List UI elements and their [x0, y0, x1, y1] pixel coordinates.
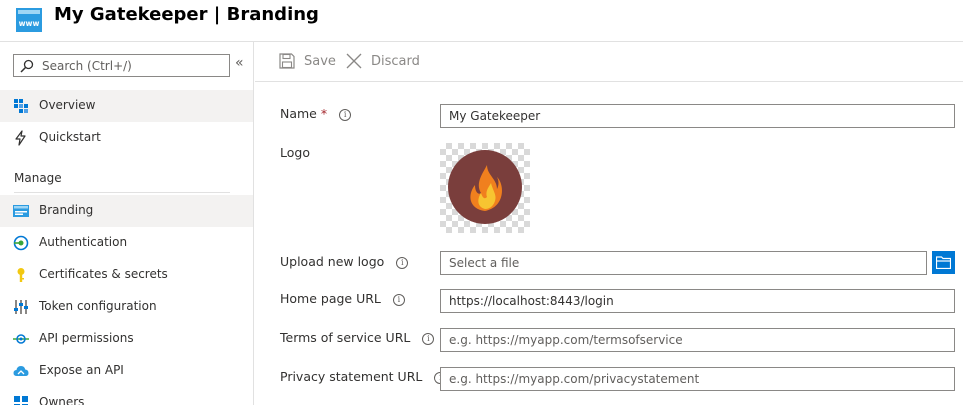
sidebar-item-token-configuration[interactable]: Token configuration [0, 291, 253, 323]
info-icon[interactable]: i [396, 257, 409, 269]
upload-file-input[interactable] [441, 252, 926, 274]
sidebar-item-label: Quickstart [39, 130, 101, 144]
logo-preview [440, 143, 530, 233]
sidebar-section-manage: Manage [14, 171, 62, 185]
privacy-url-label-text: Privacy statement URL [280, 369, 423, 384]
required-marker: * [320, 106, 328, 121]
homepage-url-field[interactable] [440, 289, 955, 313]
homepage-url-label-text: Home page URL [280, 291, 381, 306]
info-icon[interactable]: i [392, 294, 405, 306]
sidebar-item-label: Owners [39, 395, 85, 405]
close-icon [346, 53, 362, 69]
name-label: Name * i [280, 106, 352, 121]
overview-grid-icon [14, 99, 28, 113]
search-icon [20, 59, 34, 73]
terms-url-label-text: Terms of service URL [280, 330, 411, 345]
sidebar-item-label: Token configuration [39, 299, 157, 313]
browse-file-button[interactable] [932, 251, 955, 274]
sidebar: « Overview Quickstart Manage Branding [0, 42, 254, 405]
sidebar-item-label: Authentication [39, 235, 128, 249]
www-icon: www [16, 8, 42, 32]
save-icon [279, 53, 295, 69]
cloud-icon [13, 366, 29, 376]
save-button[interactable]: Save [279, 52, 339, 72]
privacy-url-field[interactable] [440, 367, 955, 391]
sidebar-item-label: Overview [39, 98, 96, 112]
sidebar-item-overview[interactable]: Overview [0, 90, 253, 122]
sidebar-item-expose-api[interactable]: Expose an API [0, 355, 253, 387]
privacy-url-label: Privacy statement URL i [280, 369, 447, 384]
search-box[interactable] [13, 54, 230, 77]
name-label-text: Name [280, 106, 317, 121]
authentication-icon [13, 235, 29, 251]
page-header: www My Gatekeeper | Branding [0, 0, 963, 42]
sidebar-item-label: API permissions [39, 331, 134, 345]
homepage-url-input[interactable] [441, 290, 954, 312]
discard-label: Discard [371, 54, 420, 69]
sidebar-item-api-permissions[interactable]: API permissions [0, 323, 253, 355]
sidebar-item-label: Expose an API [39, 363, 124, 377]
upload-logo-label-text: Upload new logo [280, 254, 385, 269]
token-bars-icon [14, 300, 28, 314]
upload-logo-label: Upload new logo i [280, 254, 409, 269]
sidebar-item-certificates-secrets[interactable]: Certificates & secrets [0, 259, 253, 291]
lightning-icon [15, 130, 26, 146]
discard-button[interactable]: Discard [346, 52, 426, 72]
sidebar-item-authentication[interactable]: Authentication [0, 227, 253, 259]
info-icon[interactable]: i [422, 333, 435, 345]
info-icon[interactable]: i [339, 109, 352, 121]
sidebar-item-branding[interactable]: Branding [0, 195, 253, 227]
folder-icon [936, 256, 951, 269]
name-field[interactable] [440, 104, 955, 128]
svg-text:www: www [19, 19, 40, 28]
section-divider [14, 192, 230, 193]
search-input[interactable] [42, 57, 226, 74]
terms-url-input[interactable] [441, 329, 954, 351]
save-label: Save [304, 54, 336, 69]
command-toolbar: Save Discard [255, 42, 963, 82]
name-input[interactable] [441, 105, 954, 127]
page-title: My Gatekeeper | Branding [54, 4, 319, 25]
sidebar-item-owners[interactable]: Owners [0, 387, 253, 405]
sidebar-item-label: Branding [39, 203, 94, 217]
branding-icon [13, 205, 29, 217]
collapse-sidebar-button[interactable]: « [235, 55, 244, 71]
sidebar-item-label: Certificates & secrets [39, 267, 168, 281]
homepage-url-label: Home page URL i [280, 291, 405, 306]
api-permissions-icon [13, 334, 29, 344]
terms-url-label: Terms of service URL i [280, 330, 435, 345]
terms-url-field[interactable] [440, 328, 955, 352]
upload-file-field[interactable] [440, 251, 927, 275]
privacy-url-input[interactable] [441, 368, 954, 390]
owners-icon [14, 396, 28, 405]
flame-logo-icon [448, 150, 522, 224]
key-icon [17, 268, 25, 282]
sidebar-item-quickstart[interactable]: Quickstart [0, 122, 253, 154]
logo-label: Logo [280, 145, 310, 160]
